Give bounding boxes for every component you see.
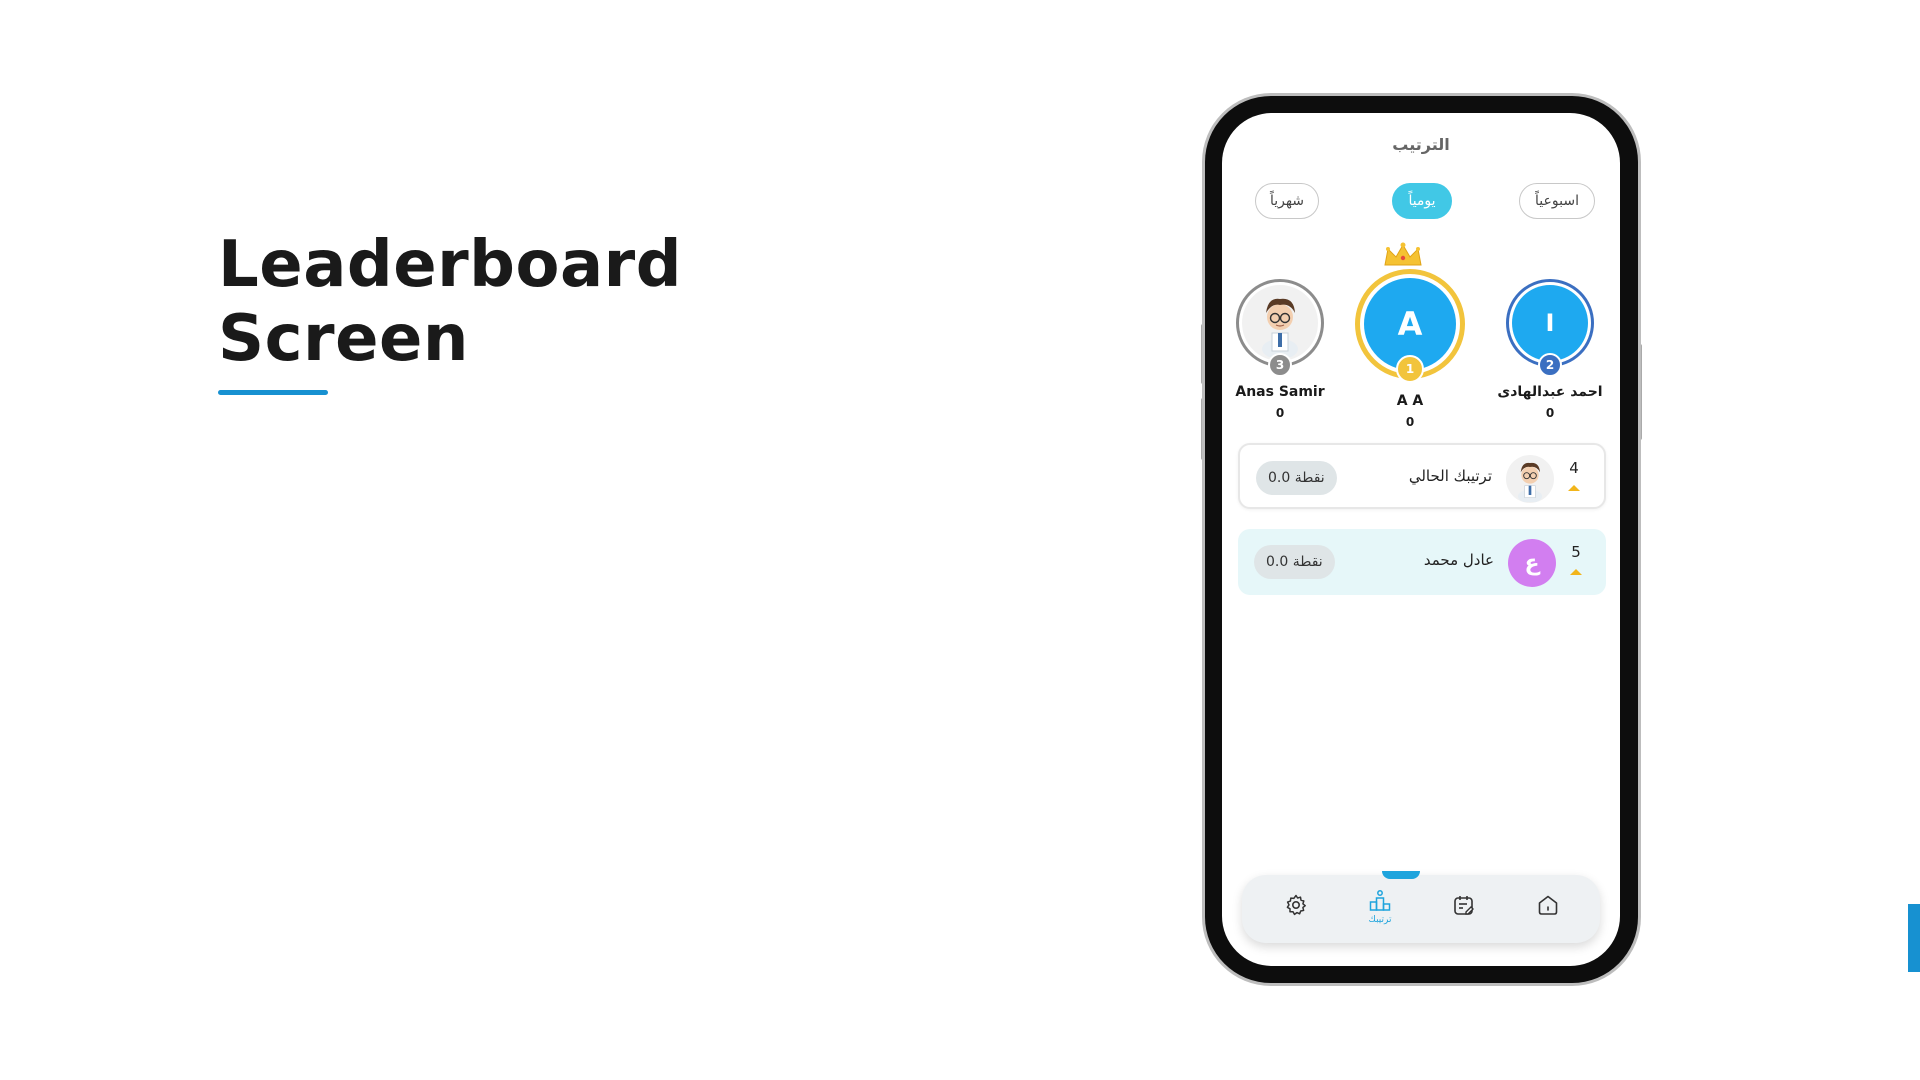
avatar (1242, 285, 1318, 361)
active-indicator (1382, 871, 1420, 879)
podium-name: A A (1396, 393, 1424, 409)
tab-daily[interactable]: يومياً (1392, 183, 1452, 219)
calendar-edit-icon (1454, 896, 1474, 915)
leaderboard-row[interactable]: 5 ع عادل محمد نقطة 0.0 (1238, 529, 1606, 595)
nav-leaderboard-label: ترتيبك (1368, 915, 1392, 925)
nav-settings[interactable] (1276, 893, 1316, 937)
rank-badge: 1 (1396, 355, 1424, 383)
rank-up-arrow-icon (1570, 569, 1582, 575)
leaderboard-icon (1369, 890, 1391, 911)
avatar: ع (1508, 539, 1556, 587)
cartoon-doctor-avatar-icon (1518, 462, 1542, 502)
podium-score: 0 (1545, 406, 1555, 420)
row-rank: 4 (1569, 459, 1579, 477)
crown-icon (1384, 242, 1422, 266)
leaderboard-row-current-user[interactable]: 4 ترتيبك الحالي نقطة 0.0 (1238, 443, 1606, 509)
phone-power-button (1638, 344, 1642, 440)
podium-name: Anas Samir (1235, 384, 1325, 400)
phone-screen: الترتيب شهرياً يومياً اسبوعياً 3 Anas Sa… (1222, 113, 1620, 966)
avatar: I (1512, 285, 1588, 361)
gear-icon (1286, 894, 1306, 916)
bottom-nav: ترتيبك (1242, 871, 1600, 943)
podium-score: 0 (1275, 406, 1285, 420)
edge-accent-bar (1908, 904, 1920, 972)
podium-score: 0 (1405, 415, 1415, 429)
rank-up-arrow-icon (1568, 485, 1580, 491)
slide-title: Leaderboard Screen (218, 228, 682, 376)
home-icon (1538, 895, 1558, 915)
points-badge: نقطة 0.0 (1254, 545, 1335, 579)
points-badge: نقطة 0.0 (1256, 461, 1337, 495)
tab-weekly[interactable]: اسبوعياً (1519, 183, 1595, 219)
row-rank: 5 (1571, 543, 1581, 561)
nav-schedule[interactable] (1444, 893, 1484, 937)
presentation-slide: Leaderboard Screen الترتيب شهرياً يومياً… (0, 0, 1920, 1080)
nav-leaderboard[interactable]: ترتيبك (1360, 889, 1400, 933)
screen-title: الترتيب (1392, 135, 1450, 154)
slide-title-line1: Leaderboard (218, 228, 682, 302)
cartoon-doctor-avatar-icon (1262, 298, 1298, 357)
row-name: ترتيبك الحالي (1408, 467, 1492, 485)
title-underline (218, 390, 328, 395)
slide-title-line2: Screen (218, 302, 469, 376)
avatar (1506, 455, 1554, 503)
nav-home[interactable] (1528, 893, 1568, 937)
podium-name: احمد عبدالهادى (1497, 384, 1603, 400)
rank-badge: 2 (1538, 353, 1562, 377)
tab-monthly[interactable]: شهرياً (1255, 183, 1319, 219)
row-name: عادل محمد (1423, 551, 1494, 569)
rank-badge: 3 (1268, 353, 1292, 377)
